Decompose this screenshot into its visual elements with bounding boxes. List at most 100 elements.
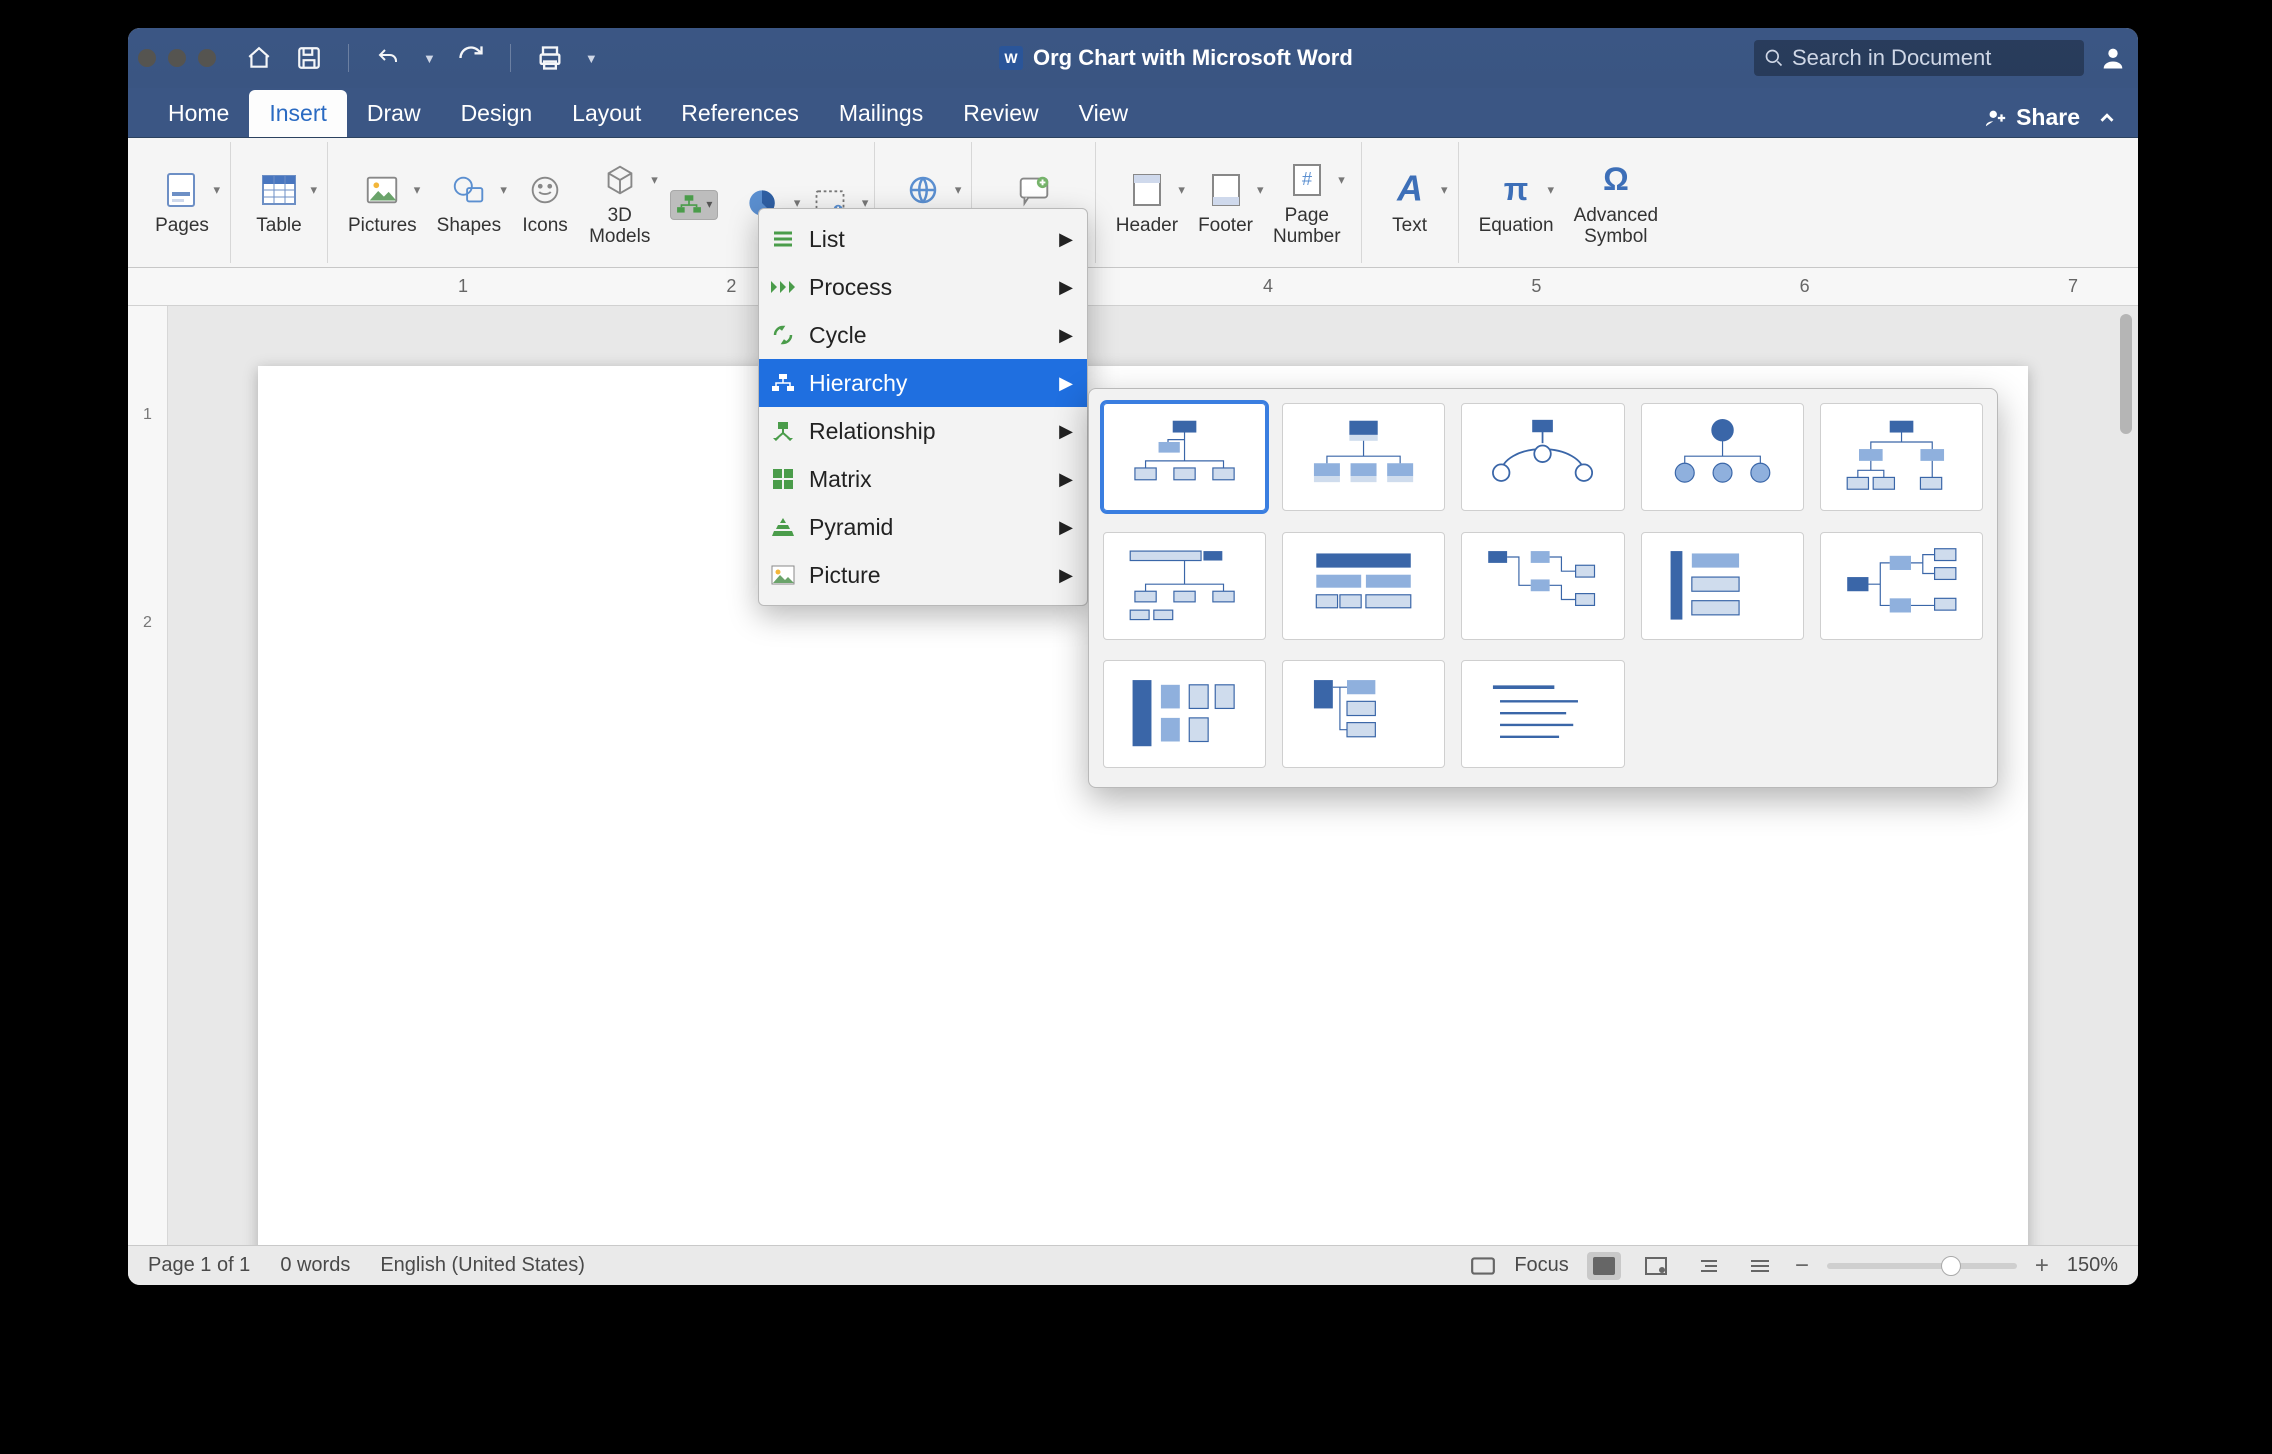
share-button[interactable]: Share (1984, 104, 2080, 131)
minimize-window-button[interactable] (168, 49, 186, 67)
advanced-symbol-label-2: Symbol (1584, 226, 1647, 247)
tab-draw[interactable]: Draw (347, 90, 441, 137)
header-button[interactable]: ▾ Header (1106, 166, 1188, 239)
menu-item-relationship[interactable]: Relationship ▶ (759, 407, 1087, 455)
page-number-button[interactable]: #▾ PageNumber (1263, 156, 1351, 250)
equation-button[interactable]: π▾ Equation (1469, 166, 1564, 239)
page-number-label-1: Page (1285, 205, 1329, 226)
print-layout-view-icon[interactable] (1587, 1252, 1621, 1280)
undo-chevron-icon[interactable]: ▼ (423, 51, 436, 66)
gallery-item-circle-picture-hierarchy[interactable] (1641, 403, 1804, 511)
horizontal-ruler[interactable]: 1 2 3 4 5 6 7 (128, 268, 2138, 306)
tab-review[interactable]: Review (943, 90, 1058, 137)
svg-text:W: W (1004, 50, 1018, 66)
word-count[interactable]: 0 words (280, 1254, 350, 1277)
undo-icon[interactable] (373, 43, 403, 73)
menu-label: Matrix (809, 466, 872, 493)
tab-view[interactable]: View (1059, 90, 1148, 137)
gallery-item-horizontal-multi-level[interactable] (1641, 532, 1804, 640)
document-title-text: Org Chart with Microsoft Word (1033, 45, 1353, 71)
gallery-item-horizontal-labeled[interactable] (1103, 660, 1266, 768)
equation-label: Equation (1479, 216, 1554, 237)
text-button[interactable]: A▾ Text (1372, 166, 1448, 239)
table-button[interactable]: ▾ Table (241, 166, 317, 239)
scrollbar-thumb[interactable] (2120, 314, 2132, 434)
collapse-ribbon-chevron-icon[interactable] (2096, 107, 2118, 129)
pictures-button[interactable]: ▾ Pictures (338, 166, 427, 239)
draft-view-icon[interactable] (1743, 1252, 1777, 1280)
account-icon[interactable] (2098, 44, 2128, 72)
document-title: W Org Chart with Microsoft Word (598, 45, 1754, 71)
language[interactable]: English (United States) (380, 1254, 585, 1277)
redo-icon[interactable] (456, 43, 486, 73)
vertical-ruler[interactable]: 1 2 (128, 306, 168, 1245)
menu-label: Relationship (809, 418, 936, 445)
zoom-slider-thumb[interactable] (1941, 1256, 1961, 1276)
pages-button[interactable]: ▾ Pages (144, 166, 220, 239)
icons-button[interactable]: Icons (511, 166, 579, 239)
ruler-num: 4 (1263, 276, 1273, 297)
text-label: Text (1392, 216, 1427, 237)
svg-text:Ω: Ω (1603, 161, 1629, 197)
vertical-scrollbar[interactable] (2118, 314, 2134, 1206)
footer-label: Footer (1198, 216, 1253, 237)
menu-item-process[interactable]: Process▶ (759, 263, 1087, 311)
menu-item-pyramid[interactable]: Pyramid▶ (759, 503, 1087, 551)
menu-label: Hierarchy (809, 370, 907, 397)
table-label: Table (256, 216, 301, 237)
tab-references[interactable]: References (661, 90, 819, 137)
tab-design[interactable]: Design (441, 90, 553, 137)
menu-item-matrix[interactable]: Matrix▶ (759, 455, 1087, 503)
page-info[interactable]: Page 1 of 1 (148, 1254, 250, 1277)
save-icon[interactable] (294, 43, 324, 73)
ruler-num: 6 (1800, 276, 1810, 297)
gallery-item-organization-chart[interactable] (1103, 403, 1266, 511)
smartart-button[interactable]: ▾ (660, 184, 728, 222)
header-label: Header (1116, 216, 1178, 237)
3d-models-button[interactable]: ▾ 3DModels (579, 156, 660, 250)
gallery-item-table-hierarchy[interactable] (1282, 532, 1445, 640)
menu-item-picture[interactable]: Picture▶ (759, 551, 1087, 599)
process-icon (769, 273, 797, 301)
tab-layout[interactable]: Layout (552, 90, 661, 137)
pictures-label: Pictures (348, 216, 417, 237)
focus-label[interactable]: Focus (1514, 1254, 1568, 1277)
footer-button[interactable]: ▾ Footer (1188, 166, 1263, 239)
focus-mode-icon[interactable] (1470, 1256, 1496, 1276)
submenu-arrow-icon: ▶ (1059, 421, 1073, 442)
zoom-value[interactable]: 150% (2067, 1254, 2118, 1277)
home-icon[interactable] (244, 43, 274, 73)
qat-customize-chevron-icon[interactable]: ▼ (585, 51, 598, 66)
gallery-item-half-circle-org[interactable] (1461, 403, 1624, 511)
print-icon[interactable] (535, 43, 565, 73)
vruler-num: 2 (143, 614, 152, 632)
menu-item-list[interactable]: List▶ (759, 215, 1087, 263)
submenu-arrow-icon: ▶ (1059, 325, 1073, 346)
tab-home[interactable]: Home (148, 90, 249, 137)
tab-insert[interactable]: Insert (249, 90, 347, 137)
gallery-item-horizontal-hierarchy[interactable] (1820, 532, 1983, 640)
gallery-item-name-title-org[interactable] (1282, 403, 1445, 511)
menu-label: Pyramid (809, 514, 893, 541)
close-window-button[interactable] (138, 49, 156, 67)
gallery-item-picture-org-chart[interactable] (1282, 660, 1445, 768)
zoom-slider[interactable] (1827, 1263, 2017, 1269)
shapes-button[interactable]: ▾ Shapes (427, 166, 511, 239)
web-layout-view-icon[interactable] (1639, 1252, 1673, 1280)
zoom-in-button[interactable]: + (2035, 1252, 2049, 1280)
submenu-arrow-icon: ▶ (1059, 373, 1073, 394)
ruler-num: 7 (2068, 276, 2078, 297)
gallery-item-labeled-hierarchy[interactable] (1103, 532, 1266, 640)
gallery-item-lined-list[interactable] (1461, 660, 1624, 768)
zoom-out-button[interactable]: − (1795, 1252, 1809, 1280)
advanced-symbol-button[interactable]: Ω AdvancedSymbol (1564, 156, 1669, 250)
menu-item-cycle[interactable]: Cycle▶ (759, 311, 1087, 359)
gallery-item-horizontal-org[interactable] (1461, 532, 1624, 640)
search-input[interactable]: Search in Document (1754, 40, 2084, 76)
gallery-item-hierarchy[interactable] (1820, 403, 1983, 511)
search-icon (1764, 48, 1784, 68)
menu-item-hierarchy[interactable]: Hierarchy ▶ (759, 359, 1087, 407)
tab-mailings[interactable]: Mailings (819, 90, 943, 137)
maximize-window-button[interactable] (198, 49, 216, 67)
outline-view-icon[interactable] (1691, 1252, 1725, 1280)
